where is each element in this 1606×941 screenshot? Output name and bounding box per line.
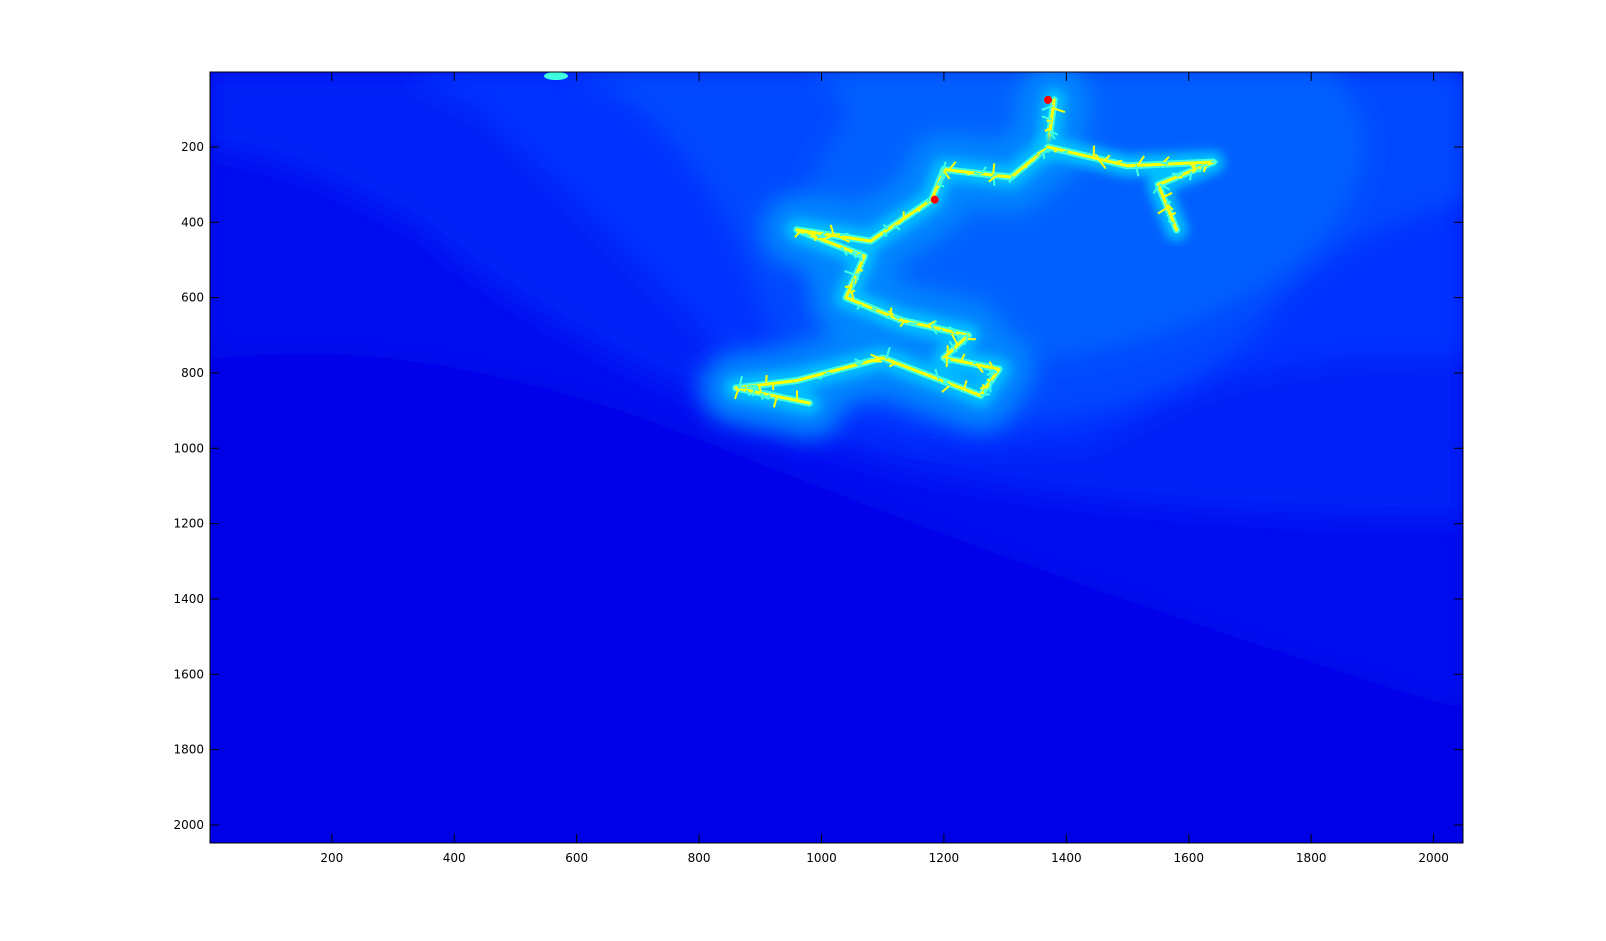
y-tick-label: 2000 (173, 818, 204, 832)
y-tick-label: 800 (181, 366, 204, 380)
x-tick-label: 1400 (1051, 851, 1082, 865)
y-tick-label: 1400 (173, 592, 204, 606)
fractal-hotspot-1 (930, 195, 939, 204)
y-tick-label: 400 (181, 215, 204, 229)
x-tick-label: 600 (565, 851, 588, 865)
x-tick-label: 400 (443, 851, 466, 865)
fractal-hotspot-0 (1043, 95, 1052, 104)
x-tick-label: 2000 (1418, 851, 1449, 865)
figure-canvas: 200 400 600 800 1000 1200 1400 1600 1800 2000 200… (173, 71, 1464, 865)
x-tick-label: 200 (320, 851, 343, 865)
fractal-island (544, 72, 568, 80)
y-tick-labels: 200 400 600 800 1000 1200 1400 1600 1800 2000 (173, 140, 204, 832)
y-tick-label: 1600 (173, 667, 204, 681)
x-tick-label: 1200 (929, 851, 960, 865)
y-tick-label: 200 (181, 140, 204, 154)
y-tick-label: 1200 (173, 517, 204, 531)
y-tick-label: 600 (181, 291, 204, 305)
x-tick-label: 1600 (1173, 851, 1204, 865)
y-tick-label: 1800 (173, 743, 204, 757)
x-tick-label: 800 (688, 851, 711, 865)
x-tick-label: 1800 (1296, 851, 1327, 865)
heatmap-image (210, 72, 1463, 843)
x-tick-labels: 200 400 600 800 1000 1200 1400 1600 1800 2000 (320, 851, 1449, 865)
y-tick-label: 1000 (173, 441, 204, 455)
x-tick-label: 1000 (806, 851, 837, 865)
